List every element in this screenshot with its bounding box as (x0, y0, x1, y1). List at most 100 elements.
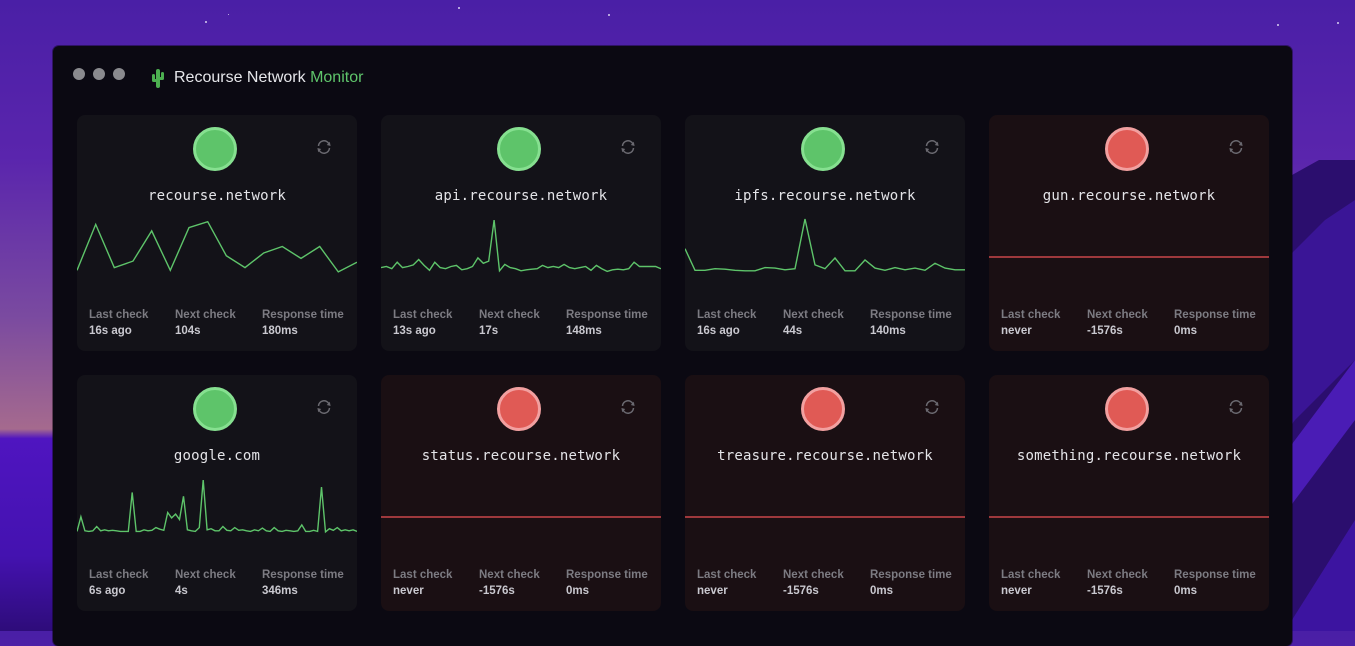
next-check-value: 44s (783, 325, 803, 337)
last-check-label: Last check (1001, 569, 1061, 581)
response-sparkline (989, 256, 1269, 258)
background-star (1337, 22, 1339, 24)
last-check-label: Last check (697, 309, 757, 321)
next-check-stat: Next check 17s (479, 307, 566, 339)
window-close-button[interactable] (73, 68, 85, 80)
next-check-stat: Next check -1576s (1087, 567, 1174, 599)
window-minimize-button[interactable] (93, 68, 105, 80)
response-time-stat: Response time 0ms (870, 567, 952, 599)
last-check-value: never (697, 585, 728, 597)
app-title-main: Recourse Network (174, 69, 306, 86)
last-check-stat: Last check 13s ago (393, 307, 479, 339)
next-check-label: Next check (175, 569, 236, 581)
last-check-stat: Last check never (1001, 567, 1087, 599)
monitor-stats: Last check never Next check -1576s Respo… (697, 567, 957, 599)
status-indicator (801, 127, 845, 171)
next-check-value: 4s (175, 585, 188, 597)
monitor-host: treasure.recourse.network (717, 448, 933, 464)
last-check-stat: Last check never (697, 567, 783, 599)
refresh-icon[interactable] (923, 138, 941, 156)
next-check-stat: Next check -1576s (783, 567, 870, 599)
response-sparkline (77, 220, 357, 273)
response-time-stat: Response time 0ms (566, 567, 648, 599)
monitor-card-ipfs-recourse-network: ipfs.recourse.network Last check 16s ago… (685, 115, 965, 351)
status-indicator (193, 387, 237, 431)
response-time-label: Response time (1174, 309, 1256, 321)
monitor-host: something.recourse.network (1016, 448, 1242, 464)
next-check-label: Next check (479, 309, 540, 321)
monitor-stats: Last check 13s ago Next check 17s Respon… (393, 307, 653, 339)
next-check-stat: Next check 104s (175, 307, 262, 339)
next-check-value: -1576s (1087, 585, 1123, 597)
next-check-label: Next check (175, 309, 236, 321)
monitor-host: recourse.network (147, 188, 287, 204)
background-star (458, 7, 460, 9)
last-check-label: Last check (393, 309, 453, 321)
status-indicator (497, 387, 541, 431)
window-maximize-button[interactable] (113, 68, 125, 80)
sparkline-line (685, 218, 965, 272)
monitor-card-google-com: google.com Last check 6s ago Next check … (77, 375, 357, 611)
monitor-stats: Last check 16s ago Next check 44s Respon… (697, 307, 957, 339)
monitor-stats: Last check 6s ago Next check 4s Response… (89, 567, 349, 599)
next-check-stat: Next check 4s (175, 567, 262, 599)
status-indicator (801, 387, 845, 431)
next-check-label: Next check (783, 309, 844, 321)
next-check-stat: Next check 44s (783, 307, 870, 339)
monitor-card-recourse-network: recourse.network Last check 16s ago Next… (77, 115, 357, 351)
refresh-icon[interactable] (1227, 398, 1245, 416)
response-time-label: Response time (870, 309, 952, 321)
last-check-label: Last check (1001, 309, 1061, 321)
response-sparkline (381, 220, 661, 273)
refresh-icon[interactable] (619, 138, 637, 156)
status-indicator (497, 127, 541, 171)
refresh-icon[interactable] (315, 138, 333, 156)
monitor-card-something-recourse-network: something.recourse.network Last check ne… (989, 375, 1269, 611)
response-time-stat: Response time 148ms (566, 307, 648, 339)
monitor-host: api.recourse.network (434, 188, 608, 204)
response-time-label: Response time (566, 569, 648, 581)
monitor-card-status-recourse-network: status.recourse.network Last check never… (381, 375, 661, 611)
next-check-label: Next check (1087, 309, 1148, 321)
response-time-value: 148ms (566, 325, 602, 337)
next-check-label: Next check (783, 569, 844, 581)
last-check-stat: Last check 16s ago (89, 307, 175, 339)
last-check-value: 6s ago (89, 585, 126, 597)
refresh-icon[interactable] (619, 398, 637, 416)
monitor-stats: Last check never Next check -1576s Respo… (1001, 307, 1261, 339)
monitor-host: gun.recourse.network (1042, 188, 1216, 204)
next-check-value: -1576s (1087, 325, 1123, 337)
monitor-stats: Last check 16s ago Next check 104s Respo… (89, 307, 349, 339)
refresh-icon[interactable] (923, 398, 941, 416)
status-indicator (1105, 387, 1149, 431)
last-check-value: never (1001, 325, 1032, 337)
next-check-label: Next check (479, 569, 540, 581)
response-time-value: 0ms (1174, 325, 1198, 337)
response-time-label: Response time (870, 569, 952, 581)
last-check-stat: Last check never (1001, 307, 1087, 339)
background-star (228, 14, 229, 15)
sparkline-line (381, 220, 661, 273)
response-sparkline (989, 516, 1269, 518)
response-sparkline (77, 480, 357, 534)
response-time-label: Response time (1174, 569, 1256, 581)
last-check-stat: Last check 6s ago (89, 567, 175, 599)
last-check-value: never (393, 585, 424, 597)
response-time-label: Response time (262, 569, 344, 581)
title-bar: Recourse Network Monitor (53, 46, 1292, 108)
last-check-value: 16s ago (697, 325, 740, 337)
response-time-stat: Response time 346ms (262, 567, 344, 599)
response-sparkline (381, 516, 661, 518)
response-time-value: 0ms (566, 585, 590, 597)
response-time-stat: Response time 0ms (1174, 307, 1256, 339)
monitor-card-treasure-recourse-network: treasure.recourse.network Last check nev… (685, 375, 965, 611)
last-check-value: 13s ago (393, 325, 436, 337)
refresh-icon[interactable] (315, 398, 333, 416)
app-title-accent: Monitor (310, 69, 364, 86)
background-star (608, 14, 610, 16)
refresh-icon[interactable] (1227, 138, 1245, 156)
response-time-value: 0ms (870, 585, 894, 597)
last-check-label: Last check (89, 309, 149, 321)
app-window: Recourse Network Monitor recourse.networ… (53, 46, 1292, 646)
response-time-value: 0ms (1174, 585, 1198, 597)
